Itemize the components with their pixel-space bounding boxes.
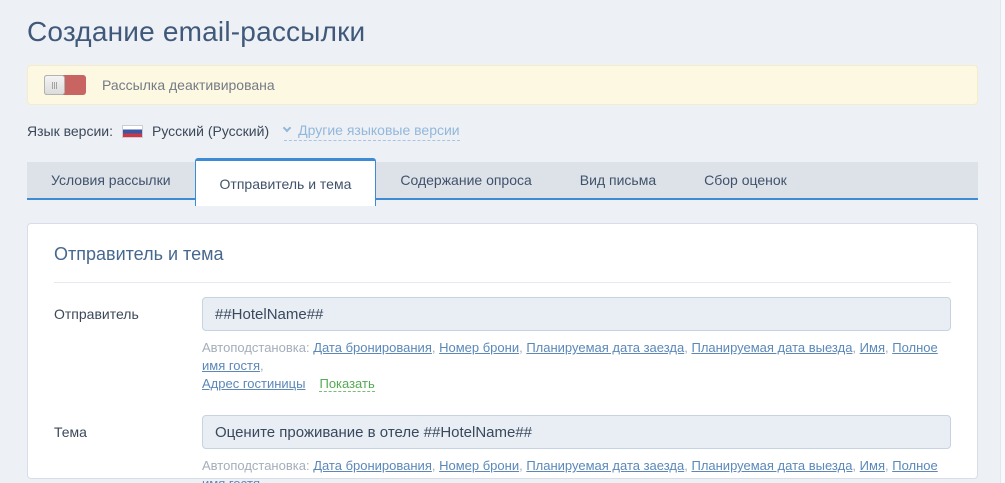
autofill-token-link[interactable]: Номер брони	[439, 340, 519, 355]
autofill-token-link[interactable]: Планируемая дата заезда	[526, 458, 684, 473]
other-languages-label: Другие языковые версии	[298, 121, 460, 138]
subject-row: Тема Автоподстановка: Дата бронирования,…	[54, 415, 951, 483]
tab-survey-content[interactable]: Содержание опроса	[376, 162, 555, 198]
sender-label: Отправитель	[54, 306, 139, 322]
other-languages-link[interactable]: Другие языковые версии	[282, 121, 460, 141]
sender-input[interactable]	[202, 297, 951, 331]
tab-ratings-collection[interactable]: Сбор оценок	[680, 162, 811, 198]
page-title: Создание email-рассылки	[27, 16, 366, 47]
autofill-token-link[interactable]: Номер брони	[439, 458, 519, 473]
autofill-token-link[interactable]: Дата бронирования	[313, 340, 432, 355]
sender-and-subject-panel: Отправитель и тема Отправитель Автоподст…	[27, 223, 978, 483]
scrollbar-track[interactable]	[1000, 0, 1005, 483]
tab-send-conditions[interactable]: Условия рассылки	[27, 162, 195, 198]
autofill-token-link[interactable]: Имя	[860, 458, 885, 473]
autofill-token-link[interactable]: Планируемая дата выезда	[691, 458, 852, 473]
subject-autofill-helper: Автоподстановка: Дата бронирования, Номе…	[202, 457, 951, 483]
tab-bar: Условия рассылки Отправитель и тема Соде…	[27, 158, 978, 206]
autofill-label: Автоподстановка:	[202, 458, 314, 473]
tab-sender-and-subject[interactable]: Отправитель и тема	[194, 158, 377, 206]
subject-label: Тема	[54, 424, 87, 440]
language-label: Язык версии:	[27, 123, 113, 139]
chevron-down-icon	[282, 123, 292, 133]
autofill-token-link[interactable]: Дата бронирования	[313, 458, 432, 473]
deactivated-banner: Рассылка деактивирована	[27, 65, 978, 105]
banner-text: Рассылка деактивирована	[102, 77, 275, 93]
divider	[54, 282, 951, 283]
autofill-token-link[interactable]: Имя	[860, 340, 885, 355]
panel-title: Отправитель и тема	[54, 244, 224, 264]
comma-separator: ,	[260, 476, 264, 483]
subject-input[interactable]	[202, 415, 951, 449]
language-value: Русский (Русский)	[152, 123, 270, 139]
sender-autofill-helper: Автоподстановка: Дата бронирования, Номе…	[202, 339, 951, 393]
language-version-row: Язык версии: Русский (Русский) Другие яз…	[27, 120, 978, 142]
comma-separator: ,	[852, 340, 860, 355]
autofill-token-link[interactable]: Планируемая дата заезда	[526, 340, 684, 355]
comma-separator: ,	[852, 458, 860, 473]
autofill-token-link[interactable]: Адрес гостиницы	[202, 376, 305, 391]
toggle-handle-icon	[44, 75, 65, 95]
activation-toggle[interactable]	[44, 75, 86, 95]
page-content: Создание email-рассылки Рассылка деактив…	[27, 16, 978, 483]
autofill-label: Автоподстановка:	[202, 340, 314, 355]
grip-lines-icon	[54, 81, 55, 89]
russia-flag-icon	[122, 124, 143, 138]
tab-letter-view[interactable]: Вид письма	[556, 162, 680, 198]
comma-separator: ,	[260, 358, 264, 373]
sender-row: Отправитель Автоподстановка: Дата бронир…	[54, 297, 951, 393]
show-link[interactable]: Показать	[319, 376, 375, 392]
autofill-token-link[interactable]: Планируемая дата выезда	[691, 340, 852, 355]
